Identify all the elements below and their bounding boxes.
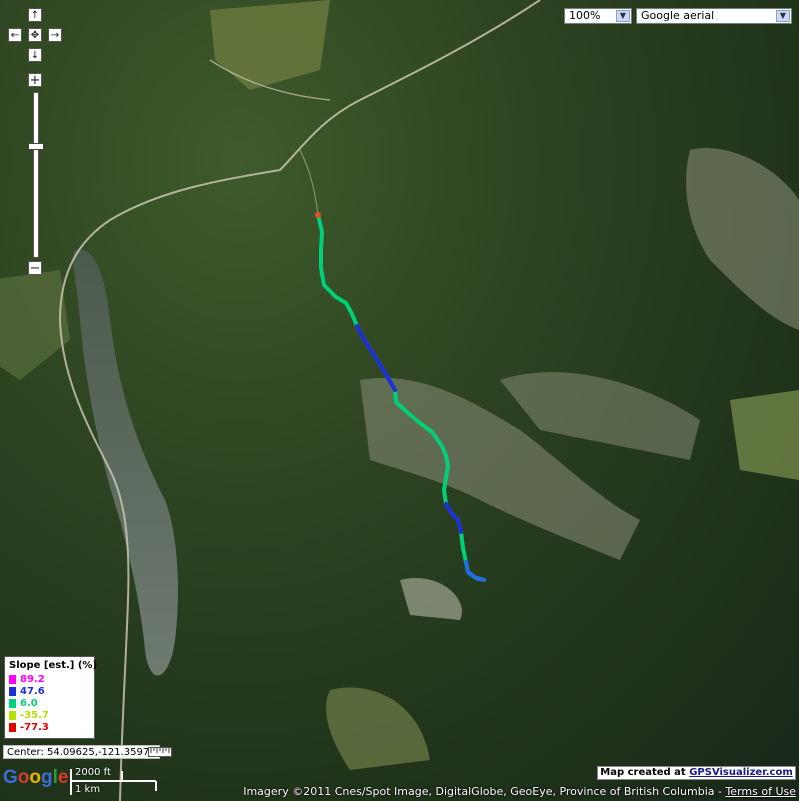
chevron-down-icon: ▼ [616, 10, 630, 22]
slope-legend: Slope [est.] (%) 89.2 47.6 6.0 -35.7 -77.3 [4, 656, 98, 739]
gps-track-steep-segment [464, 560, 486, 582]
legend-value: 47.6 [20, 685, 45, 697]
lake [73, 249, 178, 676]
zoom-slider-thumb[interactable] [28, 143, 44, 150]
chevron-down-icon: ▼ [776, 10, 790, 22]
legend-swatch [9, 722, 16, 732]
zoom-slider-track[interactable] [33, 92, 39, 258]
legend-item: 47.6 [9, 685, 90, 697]
map-canvas[interactable]: ↑ ← ✥ → ↓ + − 100% ▼ Google aerial ▼ Slo… [0, 0, 799, 801]
map-type-select[interactable]: Google aerial ▼ [636, 8, 792, 24]
zoom-percent-select[interactable]: 100% ▼ [564, 8, 632, 24]
pan-center-button[interactable]: ✥ [28, 28, 42, 42]
pan-down-button[interactable]: ↓ [28, 48, 42, 62]
pan-up-button[interactable]: ↑ [28, 8, 42, 22]
attribution-text: Imagery ©2011 Cnes/Spot Image, DigitalGl… [243, 785, 726, 798]
google-logo[interactable]: Google [3, 767, 68, 789]
zoom-percent-value: 100% [569, 9, 601, 22]
scale-label-km: 1 km [75, 784, 101, 795]
legend-value: -77.3 [20, 721, 49, 733]
clearing [326, 687, 430, 770]
legend-swatch [9, 686, 16, 696]
ruler-icon[interactable] [148, 747, 172, 757]
map-type-value: Google aerial [641, 9, 715, 22]
rock-ridge [686, 148, 799, 330]
trail [299, 149, 319, 216]
zoom-in-button[interactable]: + [28, 73, 42, 88]
legend-value: 89.2 [20, 673, 45, 685]
pan-right-button[interactable]: → [48, 28, 62, 42]
gpsvisualizer-link[interactable]: GPSVisualizer.com [689, 767, 793, 778]
legend-swatch [9, 674, 16, 684]
imagery-attribution: Imagery ©2011 Cnes/Spot Image, DigitalGl… [243, 785, 796, 798]
road [58, 0, 541, 801]
legend-title: Slope [est.] (%) [9, 660, 98, 671]
scale-bar: 2000 ft 1 km [70, 767, 162, 797]
zoom-out-button[interactable]: − [28, 261, 42, 276]
legend-item: -35.7 [9, 709, 90, 721]
legend-value: -35.7 [20, 709, 49, 721]
meadow [210, 0, 330, 90]
aerial-imagery [0, 0, 799, 801]
legend-item: -77.3 [9, 721, 90, 733]
legend-swatch [9, 698, 16, 708]
gps-track-steep-segment [444, 502, 463, 534]
scale-label-feet: 2000 ft [75, 767, 111, 778]
rock-outcrop [400, 578, 462, 620]
legend-value: 6.0 [20, 697, 38, 709]
legend-item: 89.2 [9, 673, 90, 685]
track-start-marker [315, 212, 321, 218]
legend-swatch [9, 710, 16, 720]
center-coordinates: Center: 54.09625,-121.35977 [3, 745, 160, 759]
pan-left-button[interactable]: ← [8, 28, 22, 42]
map-credit: Map created at GPSVisualizer.com [597, 766, 796, 780]
clearing [730, 390, 799, 480]
legend-item: 6.0 [9, 697, 90, 709]
credit-prefix: Map created at [600, 767, 690, 778]
terms-of-use-link[interactable]: Terms of Use [725, 785, 796, 798]
